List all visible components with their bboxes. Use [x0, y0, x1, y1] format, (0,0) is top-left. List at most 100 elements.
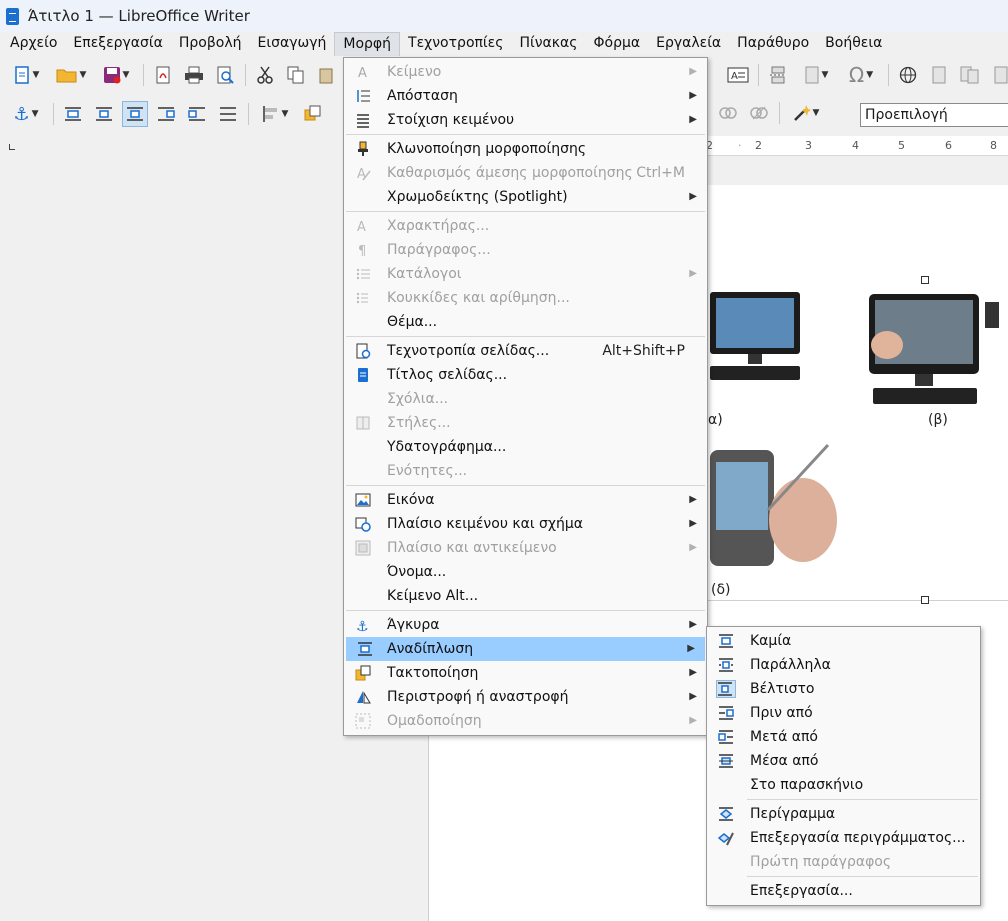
wrap-optimal-button[interactable] — [122, 101, 148, 127]
print-button[interactable] — [181, 62, 207, 88]
wrap-submenu-item-3[interactable]: Πριν από — [707, 701, 980, 725]
cut-button[interactable] — [252, 62, 278, 88]
ruler-tick-label: 2 — [755, 139, 762, 152]
new-document-button[interactable]: ▼ — [6, 62, 46, 88]
wrap-before-button[interactable] — [153, 101, 179, 127]
format-menu-item-19: Ενότητες... — [344, 459, 707, 483]
resize-handle-top[interactable] — [921, 276, 929, 284]
toolbar-separator — [143, 64, 144, 86]
special-character-button[interactable]: Ω ▼ — [841, 62, 881, 88]
unlink-frames-button[interactable] — [746, 100, 772, 126]
open-button[interactable]: ▼ — [51, 62, 91, 88]
text-box-icon: A — [727, 67, 749, 83]
menu-tools[interactable]: Εργαλεία — [648, 32, 729, 56]
submenu-arrow-icon: ▶ — [689, 667, 697, 678]
desktop-computer-image-a[interactable] — [708, 290, 808, 390]
format-menu-item-29[interactable]: Τακτοποίηση ▶ — [344, 661, 707, 685]
tab-stop-selector[interactable] — [9, 144, 15, 150]
hyperlink-button[interactable] — [895, 62, 921, 88]
arrange-button[interactable] — [300, 101, 326, 127]
menu-item-label: Εικόνα — [387, 492, 435, 508]
format-menu-item-25[interactable]: Κείμενο Alt... — [344, 584, 707, 608]
ruler-tick-label: 8 — [990, 139, 997, 152]
wrap-submenu-item-0[interactable]: Καμία — [707, 629, 980, 653]
format-menu-item-1[interactable]: Απόσταση ▶ — [344, 84, 707, 108]
paste-button[interactable] — [314, 62, 340, 88]
insert-field-button[interactable]: ▼ — [796, 62, 836, 88]
wrap-submenu-item-4[interactable]: Μετά από — [707, 725, 980, 749]
footnote-button[interactable] — [926, 62, 952, 88]
menu-separator — [346, 211, 705, 212]
frame-object-icon — [355, 540, 371, 556]
style-inspector-button[interactable]: ▼ — [786, 100, 826, 126]
menu-item-label: Όνομα... — [387, 564, 447, 580]
menu-window[interactable]: Παράθυρο — [729, 32, 817, 56]
format-menu-item-28[interactable]: Αναδίπλωση ▶ — [346, 637, 705, 661]
wrap-through-button[interactable] — [215, 101, 241, 127]
insert-text-box-button[interactable]: A — [725, 62, 751, 88]
format-menu-item-2[interactable]: Στοίχιση κειμένου ▶ — [344, 108, 707, 132]
print-preview-button[interactable] — [212, 62, 238, 88]
resize-handle-bottom[interactable] — [921, 596, 929, 604]
format-menu-item-24[interactable]: Όνομα... — [344, 560, 707, 584]
wrap-submenu-item-1[interactable]: Παράλληλα — [707, 653, 980, 677]
format-menu-item-22[interactable]: Πλαίσιο κειμένου και σχήμα ▶ — [344, 512, 707, 536]
wrap-optimal-icon — [716, 680, 736, 698]
submenu-arrow-icon: ▶ — [689, 542, 697, 553]
menu-table[interactable]: Πίνακας — [511, 32, 585, 56]
page-break-button[interactable] — [765, 62, 791, 88]
format-menu-item-12[interactable]: Θέμα... — [344, 310, 707, 334]
title-bar: Άτιτλο 1 — LibreOffice Writer — [0, 0, 1008, 32]
menu-insert[interactable]: Εισαγωγή — [250, 32, 335, 56]
wrap-submenu-item-2[interactable]: Βέλτιστο — [707, 677, 980, 701]
wrap-after-button[interactable] — [184, 101, 210, 127]
menu-form[interactable]: Φόρμα — [585, 32, 648, 56]
menu-view[interactable]: Προβολή — [171, 32, 250, 56]
menu-format[interactable]: Μορφή — [334, 32, 401, 56]
wrap-parallel-button[interactable] — [91, 101, 117, 127]
submenu-arrow-icon: ▶ — [689, 268, 697, 279]
wrap-submenu-item-6[interactable]: Στο παρασκήνιο — [707, 773, 980, 797]
menu-edit[interactable]: Επεξεργασία — [65, 32, 170, 56]
menu-item-label: Περίγραμμα — [750, 806, 836, 822]
format-menu-item-23: Πλαίσιο και αντικείμενο ▶ — [344, 536, 707, 560]
wrap-submenu-item-8[interactable]: Περίγραμμα — [707, 802, 980, 826]
unlink-frames-icon — [750, 106, 768, 120]
wrap-submenu-item-12[interactable]: Επεξεργασία... — [707, 879, 980, 903]
wrap-through-icon — [718, 753, 734, 769]
wrap-submenu: Καμία Παράλληλα Βέλτιστο Πριν από Μετά από Μέ… — [706, 626, 981, 906]
contour-button[interactable] — [715, 100, 741, 126]
copy-button[interactable] — [283, 62, 309, 88]
wrap-off-button[interactable] — [60, 101, 86, 127]
endnote-button[interactable] — [957, 62, 983, 88]
svg-text:A: A — [358, 66, 367, 80]
rotate-flip-icon — [355, 689, 371, 705]
format-menu-item-21[interactable]: Εικόνα ▶ — [344, 488, 707, 512]
wrap-parallel-icon — [718, 657, 734, 673]
menu-styles[interactable]: Τεχνοτροπίες — [400, 32, 511, 56]
folder-icon — [56, 69, 77, 83]
format-menu-item-18[interactable]: Υδατογράφημα... — [344, 435, 707, 459]
format-menu-item-30[interactable]: Περιστροφή ή αναστροφή ▶ — [344, 685, 707, 709]
touchscreen-computer-image-b[interactable] — [867, 290, 1008, 410]
menu-bar: Αρχείο Επεξεργασία Προβολή Εισαγωγή Μορφ… — [0, 32, 1008, 56]
anchor-button[interactable]: ⚓ ▼ — [6, 101, 46, 127]
paragraph-style-combobox[interactable]: Προεπιλογή — [860, 103, 1008, 127]
wrap-submenu-item-9[interactable]: Επεξεργασία περιγράμματος... — [707, 826, 980, 850]
format-menu-item-15[interactable]: Τίτλος σελίδας... — [344, 363, 707, 387]
format-menu-item-27[interactable]: ⚓ Άγκυρα ▶ — [344, 613, 707, 637]
format-menu-item-6[interactable]: Χρωμοδείκτης (Spotlight) ▶ — [344, 185, 707, 209]
format-menu-item-4[interactable]: Κλωνοποίηση μορφοποίησης — [344, 137, 707, 161]
save-button[interactable]: ▼ — [96, 62, 136, 88]
export-pdf-button[interactable] — [150, 62, 176, 88]
format-menu-item-14[interactable]: Τεχνοτροπία σελίδας... Alt+Shift+P — [344, 339, 707, 363]
menu-file[interactable]: Αρχείο — [2, 32, 65, 56]
menu-help[interactable]: Βοήθεια — [817, 32, 890, 56]
submenu-arrow-icon: ▶ — [689, 691, 697, 702]
wrap-submenu-item-5[interactable]: Μέσα από — [707, 749, 980, 773]
comment-button[interactable] — [988, 62, 1008, 88]
svg-text:⚓: ⚓ — [356, 619, 369, 633]
align-objects-button[interactable]: ▼ — [255, 101, 295, 127]
toolbar-separator — [888, 64, 889, 86]
pda-device-image-d[interactable] — [708, 440, 838, 570]
